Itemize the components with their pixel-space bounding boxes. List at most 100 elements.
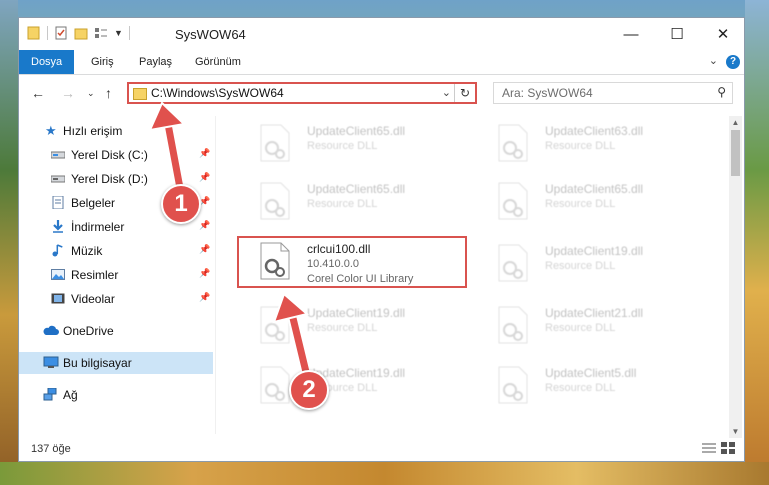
network-icon [43,388,57,401]
close-button[interactable]: ✕ [700,18,746,50]
maximize-button[interactable]: ☐ [654,18,700,50]
sidebar-item-music[interactable]: Müzik 📌 [19,240,213,262]
file-item[interactable]: UpdateClient65.dll Resource DLL [477,178,707,230]
back-arrow-icon[interactable]: ← [31,85,45,101]
dll-file-icon [498,306,528,344]
refresh-icon[interactable]: ↻ [454,84,475,102]
dll-file-icon [260,242,290,280]
pin-icon: 📌 [199,148,211,158]
pane-divider[interactable] [215,116,216,434]
status-bar: 137 öğe [19,437,744,461]
address-path[interactable]: C:\Windows\SysWOW64 [151,86,284,100]
file-item[interactable]: UpdateClient65.dll Resource DLL [239,178,469,230]
pin-icon: 📌 [199,172,211,182]
search-icon[interactable]: ⚲ [717,85,726,99]
pin-icon: 📌 [199,244,211,254]
documents-icon [52,196,64,209]
tab-share[interactable]: Paylaş [139,50,172,74]
search-input[interactable]: Ara: SysWOW64 ⚲ [493,82,733,104]
sidebar-item-label: Yerel Disk (C:) [71,148,148,162]
sidebar-item-network[interactable]: Ağ [19,384,213,406]
step-2-badge: 2 [289,370,329,410]
file-type: Resource DLL [545,140,616,152]
properties-icon[interactable] [54,26,68,40]
qat-dropdown-icon[interactable]: ▼ [114,28,123,38]
file-type: Resource DLL [307,198,378,210]
sidebar-item-label: OneDrive [63,324,114,338]
customize-icon[interactable] [94,26,108,40]
sidebar-item-quick-access[interactable]: ★ Hızlı erişim [19,120,213,142]
computer-icon [43,356,59,368]
scroll-thumb[interactable] [731,130,740,176]
star-icon: ★ [45,123,57,138]
quick-access-toolbar: ▼ [27,26,130,40]
details-view-icon[interactable] [702,442,716,454]
sidebar-item-this-pc[interactable]: Bu bilgisayar [19,352,213,374]
sidebar-item-label: Müzik [71,244,103,258]
tab-view[interactable]: Görünüm [195,50,241,74]
sidebar-item-label: Resimler [71,268,119,282]
file-name: UpdateClient21.dll [545,306,644,320]
dll-file-icon [260,306,290,344]
dll-file-icon [498,366,528,404]
sidebar-item-onedrive[interactable]: OneDrive [19,320,213,342]
ribbon-tabs: Dosya Giriş Paylaş Görünüm ⌄ ? [19,50,744,75]
file-item[interactable]: UpdateClient19.dll Resource DLL [239,302,469,354]
tab-home[interactable]: Giriş [91,50,114,74]
file-item[interactable]: UpdateClient19.dll Resource DLL [477,240,707,292]
file-item[interactable]: UpdateClient19.dll Resource DLL [239,362,469,414]
file-name: UpdateClient19.dll [307,306,406,320]
file-type: Resource DLL [307,140,378,152]
address-bar[interactable]: C:\Windows\SysWOW64 ⌄ ↻ [127,82,477,104]
file-type: Resource DLL [545,382,616,394]
navigation-pane: ★ Hızlı erişim Yerel Disk (C:) 📌 Yerel D… [19,116,213,436]
window-title: SysWOW64 [175,27,246,42]
sidebar-item-videos[interactable]: Videolar 📌 [19,288,213,310]
sidebar-item-label: Hızlı erişim [63,124,123,138]
search-placeholder: Ara: SysWOW64 [502,86,593,100]
dll-file-icon [260,124,290,162]
pin-icon: 📌 [199,220,211,230]
sidebar-item-label: İndirmeler [71,220,125,234]
sidebar-item-local-disk-c[interactable]: Yerel Disk (C:) 📌 [19,144,213,166]
up-arrow-icon[interactable]: ↑ [105,85,112,101]
file-item[interactable]: UpdateClient21.dll Resource DLL [477,302,707,354]
tab-file[interactable]: Dosya [19,50,75,74]
scroll-down-icon[interactable]: ▼ [729,427,742,436]
item-count: 137 öğe [31,443,71,455]
navigation-bar: ← → ⌄ ↑ C:\Windows\SysWOW64 ⌄ ↻ Ara: Sys… [19,75,744,113]
help-icon[interactable]: ? [726,55,740,69]
explorer-window: ▼ SysWOW64 — ☐ ✕ Dosya Giriş Paylaş Görü… [18,17,745,462]
sidebar-item-label: Ağ [63,388,78,402]
chevron-down-icon[interactable]: ⌄ [442,86,451,99]
new-folder-icon[interactable] [74,26,88,40]
file-item-highlighted[interactable]: crlcui100.dll 10.410.0.0 Corel Color UI … [237,236,467,288]
step-1-badge: 1 [161,184,201,224]
sidebar-item-label: Videolar [71,292,115,306]
minimize-button[interactable]: — [608,18,654,50]
file-name: UpdateClient19.dll [545,244,644,258]
file-name: UpdateClient5.dll [545,366,637,380]
file-item[interactable]: UpdateClient65.dll Resource DLL [239,120,469,172]
file-type: Resource DLL [545,260,616,272]
file-name: UpdateClient63.dll [545,124,644,138]
dll-file-icon [498,244,528,282]
file-name: UpdateClient65.dll [307,124,406,138]
chevron-down-icon[interactable]: ⌄ [709,54,718,67]
dll-file-icon [260,182,290,220]
sidebar-item-label: Belgeler [71,196,116,210]
drive-icon [51,175,65,183]
file-type: Corel Color UI Library [307,273,414,285]
vertical-scrollbar[interactable]: ▲ ▼ [729,116,742,438]
file-item[interactable]: UpdateClient63.dll Resource DLL [477,120,707,172]
sidebar-item-pictures[interactable]: Resimler 📌 [19,264,213,286]
recent-locations-icon[interactable]: ⌄ [87,88,95,99]
scroll-up-icon[interactable]: ▲ [729,118,742,127]
download-icon [53,220,63,233]
file-item[interactable]: UpdateClient5.dll Resource DLL [477,362,707,414]
sidebar-item-label: Bu bilgisayar [63,356,132,370]
title-bar: ▼ SysWOW64 — ☐ ✕ [19,18,744,50]
music-icon [52,244,63,257]
forward-arrow-icon[interactable]: → [61,85,75,101]
tiles-view-icon[interactable] [721,442,735,454]
